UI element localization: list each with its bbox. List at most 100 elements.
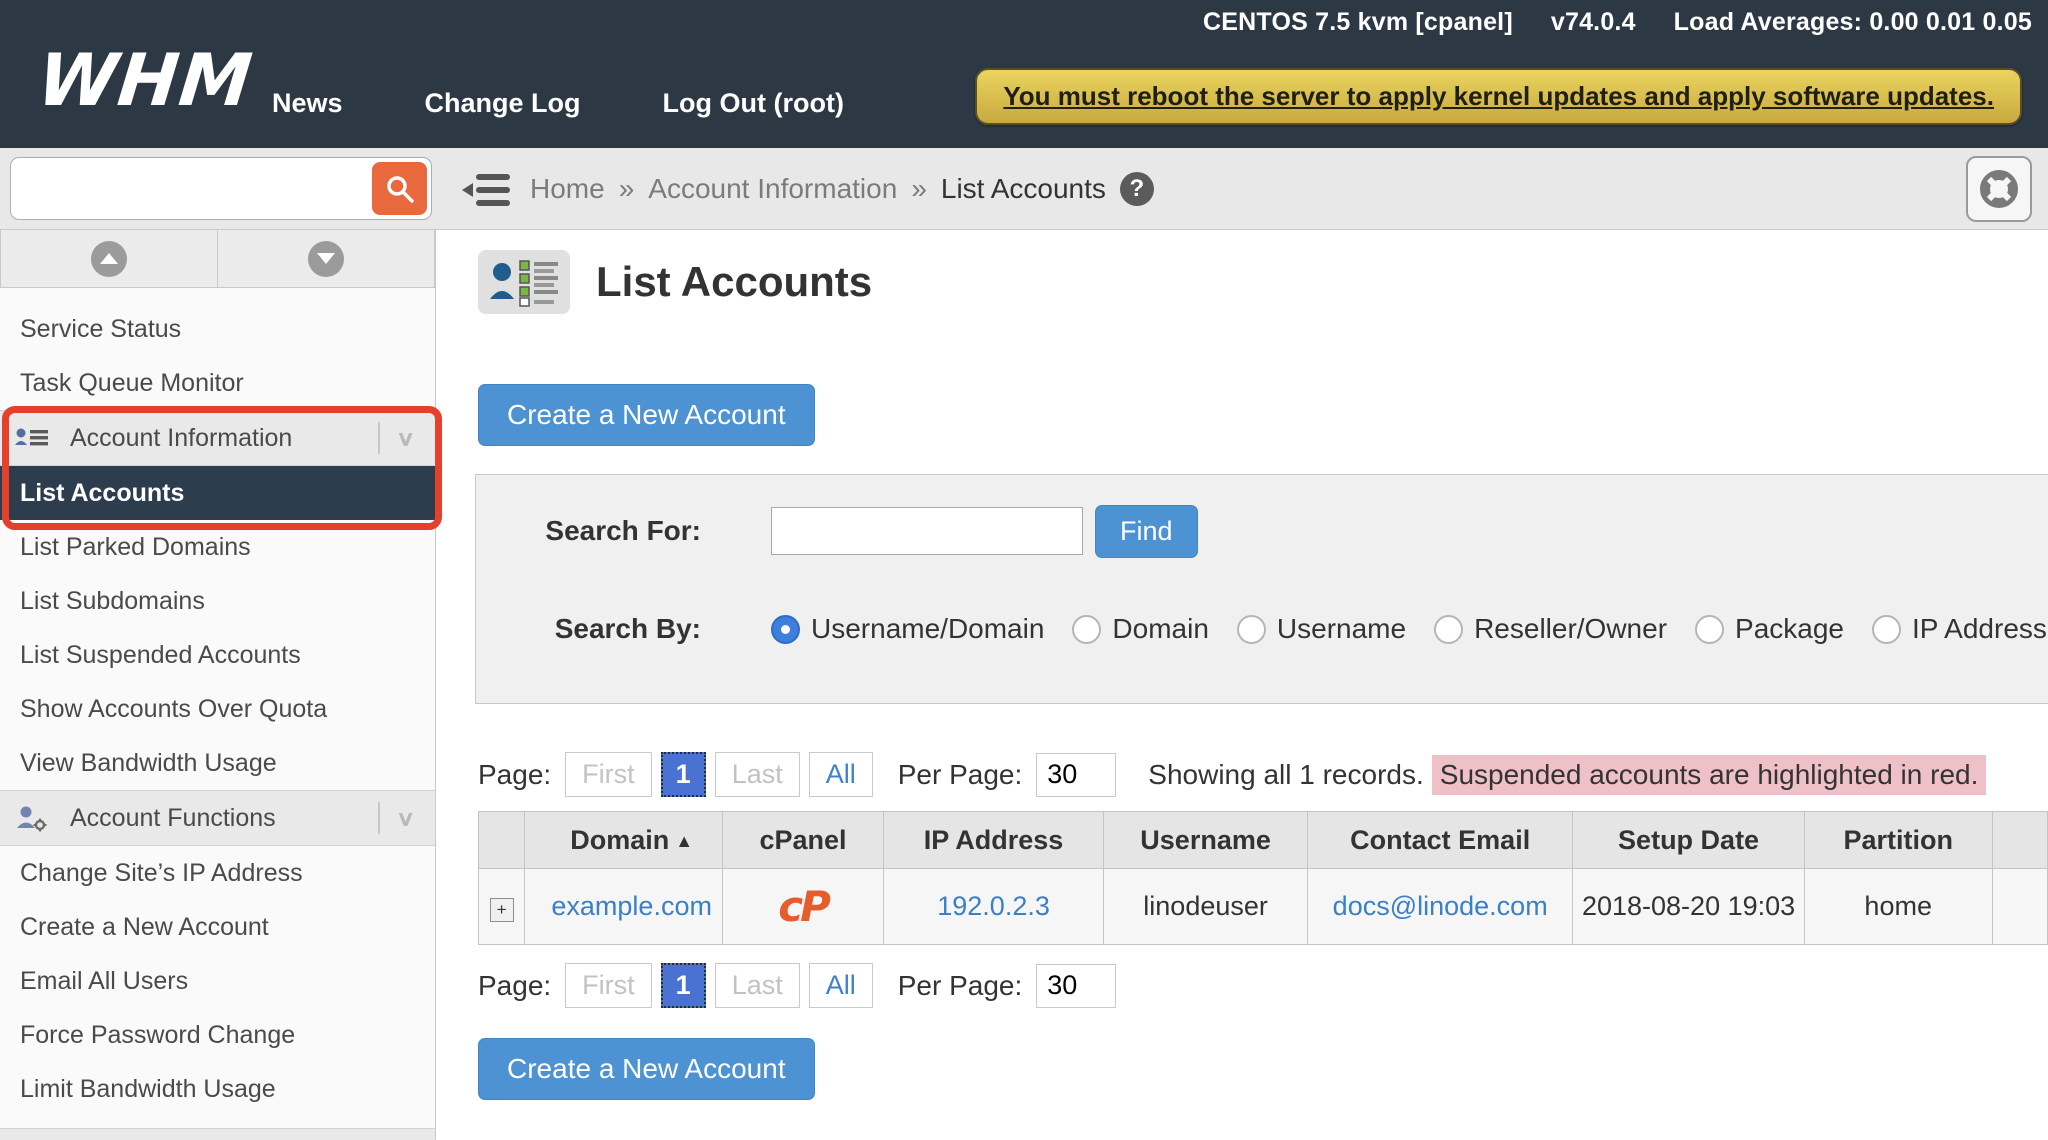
nav-change-log[interactable]: Change Log xyxy=(425,88,581,119)
server-os: CENTOS 7.5 kvm [cpanel] xyxy=(1203,8,1513,37)
sidebar-item-list-subdomains[interactable]: List Subdomains xyxy=(0,574,435,628)
partition-column-header[interactable]: Partition xyxy=(1804,812,1992,869)
radio-domain[interactable]: Domain xyxy=(1072,613,1208,645)
sidebar-item-change-sites-ip-address[interactable]: Change Site’s IP Address xyxy=(0,846,435,900)
radio-label: Username/Domain xyxy=(811,613,1044,645)
sidebar-item-list-suspended-accounts[interactable]: List Suspended Accounts xyxy=(0,628,435,682)
create-account-button-bottom[interactable]: Create a New Account xyxy=(478,1038,815,1100)
per-page-input[interactable] xyxy=(1036,964,1116,1008)
radio-label: Domain xyxy=(1112,613,1208,645)
reboot-warning-banner[interactable]: You must reboot the server to apply kern… xyxy=(975,68,2022,125)
sidebar-item-task-queue-monitor[interactable]: Task Queue Monitor xyxy=(0,356,435,410)
list-accounts-icon xyxy=(478,250,570,314)
per-page-input[interactable] xyxy=(1036,753,1116,797)
chevron-up-icon xyxy=(91,241,127,277)
search-by-options: Username/Domain Domain Username Res xyxy=(771,613,2047,645)
support-button[interactable] xyxy=(1966,156,2032,222)
page-all-button[interactable]: All xyxy=(809,963,873,1008)
radio-package[interactable]: Package xyxy=(1695,613,1844,645)
sidebar-section-label: Account Information xyxy=(66,424,362,453)
whm-page: CENTOS 7.5 kvm [cpanel] v74.0.4 Load Ave… xyxy=(0,0,2048,1140)
sidebar-item-email-all-users[interactable]: Email All Users xyxy=(0,954,435,1008)
page-first-button[interactable]: First xyxy=(565,752,651,797)
setup-date-cell: 2018-08-20 19:03 xyxy=(1573,869,1804,945)
sidebar-item-limit-bandwidth-usage[interactable]: Limit Bandwidth Usage xyxy=(0,1062,435,1116)
section-divider xyxy=(378,802,380,834)
sidebar-item-list-parked-domains[interactable]: List Parked Domains xyxy=(0,520,435,574)
partition-cell: home xyxy=(1804,869,1992,945)
page-current-button[interactable]: 1 xyxy=(661,963,706,1008)
id-card-icon xyxy=(14,425,50,451)
server-info-strip: CENTOS 7.5 kvm [cpanel] v74.0.4 Load Ave… xyxy=(1203,8,2032,37)
nav-news[interactable]: News xyxy=(272,88,343,119)
radio-reseller-owner[interactable]: Reseller/Owner xyxy=(1434,613,1667,645)
section-divider xyxy=(378,422,380,454)
radio-icon[interactable] xyxy=(1434,615,1463,644)
showing-records-text: Showing all 1 records. xyxy=(1148,759,1423,791)
page-last-button[interactable]: Last xyxy=(715,963,800,1008)
radio-icon[interactable] xyxy=(1872,615,1901,644)
page-last-button[interactable]: Last xyxy=(715,752,800,797)
contact-email-column-header[interactable]: Contact Email xyxy=(1307,812,1573,869)
radio-label: Username xyxy=(1277,613,1406,645)
sidebar-section-account-information[interactable]: Account Information ∨ xyxy=(0,410,435,466)
help-icon[interactable]: ? xyxy=(1120,172,1154,206)
clipped-column-header xyxy=(1992,812,2047,869)
cpanel-logo-icon[interactable]: cP xyxy=(778,882,828,931)
breadcrumb-separator: » xyxy=(911,173,927,205)
page-all-button[interactable]: All xyxy=(809,752,873,797)
radio-username-domain[interactable]: Username/Domain xyxy=(771,613,1044,645)
page-current-button[interactable]: 1 xyxy=(661,752,706,797)
sidebar-item-force-password-change[interactable]: Force Password Change xyxy=(0,1008,435,1062)
sidebar-section-account-functions[interactable]: Account Functions ∨ xyxy=(0,790,435,846)
clipped-cell xyxy=(1992,869,2047,945)
sidebar-search-box xyxy=(10,157,432,220)
setup-date-column-header[interactable]: Setup Date xyxy=(1573,812,1804,869)
sidebar-item-create-a-new-account[interactable]: Create a New Account xyxy=(0,900,435,954)
breadcrumb-home[interactable]: Home xyxy=(530,173,605,205)
whm-logo: WHM xyxy=(34,38,257,122)
table-header-row: Domain▲ cPanel IP Address Username Conta… xyxy=(479,812,2048,869)
search-for-input[interactable] xyxy=(771,507,1083,555)
expand-column-header xyxy=(479,812,525,869)
expand-row-button[interactable]: + xyxy=(490,898,514,922)
accounts-table: Domain▲ cPanel IP Address Username Conta… xyxy=(478,811,2048,945)
create-account-button-top[interactable]: Create a New Account xyxy=(478,384,815,446)
sidebar-item-show-accounts-over-quota[interactable]: Show Accounts Over Quota xyxy=(0,682,435,736)
search-for-label: Search For: xyxy=(476,515,701,547)
sidebar-item-service-status[interactable]: Service Status xyxy=(0,302,435,356)
radio-icon[interactable] xyxy=(1237,615,1266,644)
username-column-header[interactable]: Username xyxy=(1104,812,1308,869)
contact-email-link[interactable]: docs@linode.com xyxy=(1333,891,1548,921)
domain-link[interactable]: example.com xyxy=(551,891,712,921)
ip-column-header[interactable]: IP Address xyxy=(883,812,1103,869)
find-button[interactable]: Find xyxy=(1095,505,1198,558)
ip-address-link[interactable]: 192.0.2.3 xyxy=(937,891,1050,921)
sidebar-search-button[interactable] xyxy=(372,162,427,215)
radio-ip-address[interactable]: IP Address xyxy=(1872,613,2047,645)
suspended-note: Suspended accounts are highlighted in re… xyxy=(1432,755,1987,795)
collapse-sidebar-icon[interactable] xyxy=(462,172,512,213)
radio-selected-icon[interactable] xyxy=(771,615,800,644)
search-by-label: Search By: xyxy=(476,613,701,645)
radio-label: Reseller/Owner xyxy=(1474,613,1667,645)
page-first-button[interactable]: First xyxy=(565,963,651,1008)
sidebar-scroll-down-button[interactable] xyxy=(217,230,435,288)
domain-column-header[interactable]: Domain▲ xyxy=(525,812,723,869)
chevron-down-icon[interactable]: ∨ xyxy=(396,806,421,831)
chevron-down-icon[interactable]: ∨ xyxy=(396,426,421,451)
page-title-row: List Accounts xyxy=(478,250,2048,314)
radio-username[interactable]: Username xyxy=(1237,613,1406,645)
sidebar-item-view-bandwidth-usage[interactable]: View Bandwidth Usage xyxy=(0,736,435,790)
nav-log-out[interactable]: Log Out (root) xyxy=(663,88,844,119)
sidebar-item-list-accounts[interactable]: List Accounts xyxy=(0,466,435,520)
per-page-label: Per Page: xyxy=(898,759,1023,791)
radio-icon[interactable] xyxy=(1695,615,1724,644)
sidebar-search-input[interactable] xyxy=(21,162,351,215)
sidebar-next-section-strip xyxy=(0,1128,435,1140)
breadcrumb-account-information[interactable]: Account Information xyxy=(648,173,897,205)
cpanel-column-header[interactable]: cPanel xyxy=(723,812,884,869)
sidebar-scroll-up-button[interactable] xyxy=(0,230,217,288)
radio-icon[interactable] xyxy=(1072,615,1101,644)
chevron-down-icon xyxy=(308,241,344,277)
